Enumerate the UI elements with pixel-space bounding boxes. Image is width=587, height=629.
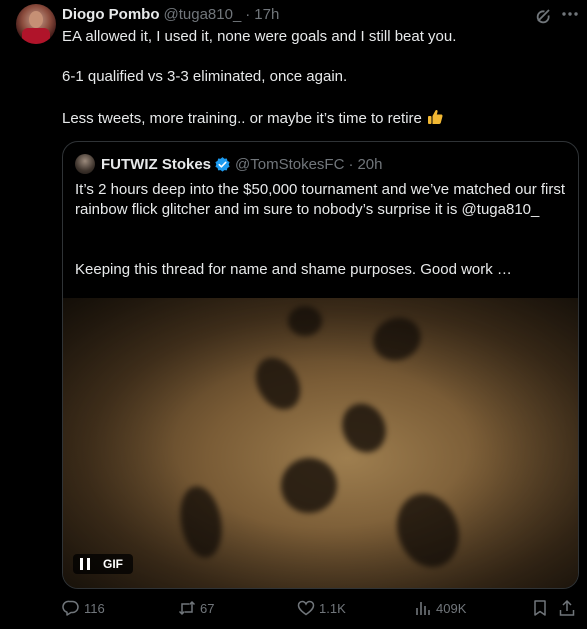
- retweet-icon: [178, 600, 196, 616]
- quoted-tweet-paragraph-2: Keeping this thread for name and shame p…: [75, 261, 512, 278]
- quoted-tweet-time[interactable]: 20h: [357, 156, 382, 173]
- reply-count: 116: [84, 600, 105, 616]
- retweet-button[interactable]: 67: [178, 598, 214, 618]
- verified-badge-icon[interactable]: [214, 156, 231, 173]
- more-options-icon[interactable]: [560, 4, 580, 24]
- views-icon: [416, 602, 430, 615]
- reply-button[interactable]: 116: [62, 598, 105, 618]
- like-button[interactable]: 1.1K: [297, 598, 346, 618]
- quoted-author-handle[interactable]: @TomStokesFC: [235, 156, 344, 173]
- quoted-tweet-paragraph-1: It’s 2 hours deep into the $50,000 tourn…: [75, 181, 566, 218]
- gif-pause-button[interactable]: GIF: [73, 554, 133, 574]
- quoted-author-avatar[interactable]: [75, 154, 95, 174]
- quoted-tweet[interactable]: FUTWIZ Stokes @TomStokesFC · 20h It’s 2 …: [62, 141, 579, 589]
- avatar-face: [29, 11, 43, 28]
- tweet[interactable]: Diogo Pombo @tuga810_ · 17h EA allowed i…: [0, 0, 587, 629]
- thumbs-up-icon: [427, 110, 443, 124]
- grok-icon[interactable]: [534, 6, 554, 26]
- quoted-author-name[interactable]: FUTWIZ Stokes: [101, 156, 211, 173]
- tweet-time[interactable]: 17h: [254, 6, 279, 23]
- action-bar: 116 67 1.1K 409K: [62, 598, 582, 618]
- like-count: 1.1K: [319, 600, 346, 616]
- author-name[interactable]: Diogo Pombo: [62, 6, 160, 23]
- tweet-text-line-2: 6-1 qualified vs 3-3 eliminated, once ag…: [62, 68, 348, 85]
- share-button[interactable]: [558, 598, 576, 618]
- separator-dot: ·: [245, 5, 251, 23]
- share-icon: [559, 599, 575, 616]
- retweet-count: 67: [200, 600, 215, 616]
- bookmark-button[interactable]: [531, 598, 549, 618]
- tweet-text-line-3: Less tweets, more training.. or maybe it…: [62, 108, 572, 129]
- gif-label: GIF: [103, 557, 123, 571]
- gif-media[interactable]: GIF: [63, 298, 578, 588]
- author-avatar[interactable]: [16, 4, 56, 44]
- avatar-shirt: [22, 28, 50, 44]
- separator-dot: ·: [348, 155, 354, 173]
- bookmark-icon: [534, 600, 546, 616]
- views-count: 409K: [436, 600, 467, 616]
- tweet-text-line-1: EA allowed it, I used it, none were goal…: [62, 28, 457, 45]
- reply-icon: [62, 600, 79, 616]
- author-handle[interactable]: @tuga810_: [164, 6, 242, 23]
- media-vignette: [63, 298, 578, 588]
- pause-icon: [80, 558, 90, 570]
- tweet-header: Diogo Pombo @tuga810_ · 17h: [62, 4, 279, 24]
- tweet-text-line-3-content: Less tweets, more training.. or maybe it…: [62, 110, 422, 127]
- quoted-tweet-header: FUTWIZ Stokes @TomStokesFC · 20h: [75, 154, 382, 174]
- views-button[interactable]: 409K: [414, 598, 466, 618]
- heart-icon: [297, 600, 315, 616]
